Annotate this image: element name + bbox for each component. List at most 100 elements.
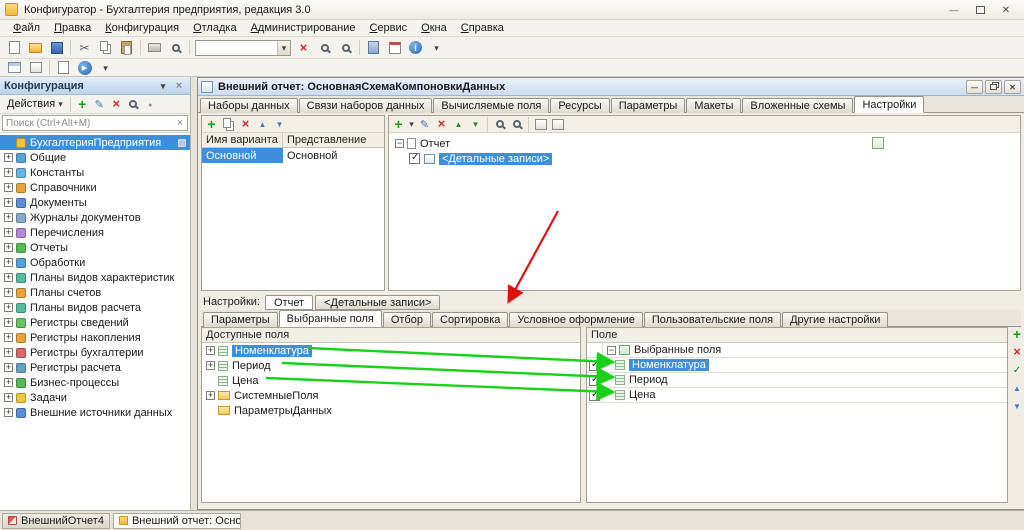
expander-icon[interactable] xyxy=(4,258,13,267)
find-next-in-structure-button[interactable] xyxy=(508,116,525,132)
delete-variant-button[interactable] xyxy=(237,116,254,132)
add-variant-button[interactable] xyxy=(203,116,220,132)
expander-icon[interactable] xyxy=(4,363,13,372)
pin-panel-button[interactable] xyxy=(142,96,159,112)
tree-item-documents[interactable]: Документы xyxy=(0,195,190,210)
selected-fields-group-row[interactable]: Выбранные поля xyxy=(587,343,1007,358)
calendar-button[interactable] xyxy=(385,39,404,57)
expander-icon[interactable] xyxy=(4,153,13,162)
tab-data-sets[interactable]: Наборы данных xyxy=(200,98,298,113)
tree-item-charts-of-calculation-types[interactable]: Планы видов расчета xyxy=(0,300,190,315)
menu-administration[interactable]: Администрирование xyxy=(244,21,363,35)
expander-icon[interactable] xyxy=(4,333,13,342)
find-button[interactable] xyxy=(315,39,334,57)
tab-custom-fields[interactable]: Пользовательские поля xyxy=(644,312,781,327)
menu-file[interactable]: Файл xyxy=(6,21,47,35)
find-next-button[interactable] xyxy=(336,39,355,57)
tree-item-charts-of-characteristic-types[interactable]: Планы видов характеристик xyxy=(0,270,190,285)
move-variant-down-button[interactable] xyxy=(271,116,288,132)
mdi-minimize-button[interactable] xyxy=(966,80,983,94)
available-field-data-parameters[interactable]: ПараметрыДанных xyxy=(202,403,580,418)
compare-configurations-button[interactable] xyxy=(26,59,45,77)
expander-icon[interactable] xyxy=(4,303,13,312)
tree-item-information-registers[interactable]: Регистры сведений xyxy=(0,315,190,330)
delete-element-button[interactable] xyxy=(433,116,450,132)
edit-element-button[interactable] xyxy=(416,116,433,132)
move-element-up-button[interactable] xyxy=(450,116,467,132)
move-field-down-button[interactable] xyxy=(1010,399,1024,413)
check-fields-button[interactable] xyxy=(1010,363,1024,377)
tree-item-reports[interactable]: Отчеты xyxy=(0,240,190,255)
search-input[interactable] xyxy=(196,42,277,53)
syntax-check-button[interactable] xyxy=(54,59,73,77)
tree-item-common[interactable]: Общие xyxy=(0,150,190,165)
menu-windows[interactable]: Окна xyxy=(414,21,454,35)
tree-item-data-processors[interactable]: Обработки xyxy=(0,255,190,270)
variant-name-cell[interactable]: Основной xyxy=(202,148,283,163)
tab-settings[interactable]: Настройки xyxy=(854,96,924,113)
selected-field-row-nomenclature[interactable]: Номенклатура xyxy=(587,358,1007,373)
tab-templates[interactable]: Макеты xyxy=(686,98,741,113)
add-element-button[interactable] xyxy=(390,116,407,132)
window-layout-button[interactable] xyxy=(5,59,24,77)
add-object-button[interactable] xyxy=(74,96,91,112)
tree-item-enumerations[interactable]: Перечисления xyxy=(0,225,190,240)
expander-icon[interactable] xyxy=(4,183,13,192)
expander-icon[interactable] xyxy=(4,288,13,297)
minimize-button[interactable] xyxy=(941,1,967,19)
cut-button[interactable] xyxy=(75,39,94,57)
tree-item-business-processes[interactable]: Бизнес-процессы xyxy=(0,375,190,390)
tab-data-set-links[interactable]: Связи наборов данных xyxy=(299,98,433,113)
new-document-button[interactable] xyxy=(5,39,24,57)
field-checkbox[interactable] xyxy=(589,375,600,386)
paste-button[interactable] xyxy=(117,39,136,57)
add-field-button[interactable] xyxy=(1010,327,1024,341)
tab-resources[interactable]: Ресурсы xyxy=(550,98,609,113)
expander-icon[interactable] xyxy=(4,348,13,357)
move-field-up-button[interactable] xyxy=(1010,381,1024,395)
available-field-price[interactable]: Цена xyxy=(202,373,580,388)
selected-field-row-period[interactable]: Период xyxy=(587,373,1007,388)
menu-help[interactable]: Справка xyxy=(454,21,511,35)
print-preview-button[interactable] xyxy=(166,39,185,57)
toolbar2-options-button[interactable] xyxy=(96,59,115,77)
maximize-button[interactable] xyxy=(967,1,993,19)
config-search-input[interactable] xyxy=(3,118,173,129)
field-checkbox[interactable] xyxy=(589,360,600,371)
menu-debug[interactable]: Отладка xyxy=(186,21,244,35)
mdi-restore-button[interactable] xyxy=(985,80,1002,94)
move-variant-up-button[interactable] xyxy=(254,116,271,132)
collapse-all-button[interactable] xyxy=(549,116,566,132)
expander-icon[interactable] xyxy=(4,228,13,237)
tree-item-catalogs[interactable]: Справочники xyxy=(0,180,190,195)
available-field-nomenclature[interactable]: Номенклатура xyxy=(202,343,580,358)
expander-icon[interactable] xyxy=(206,361,215,370)
remove-field-button[interactable] xyxy=(1010,345,1024,359)
expander-icon[interactable] xyxy=(4,243,13,252)
structure-root-row[interactable]: Отчет xyxy=(389,136,1020,151)
tree-item-tasks[interactable]: Задачи xyxy=(0,390,190,405)
toolbar-options-button[interactable] xyxy=(427,39,446,57)
tree-item-document-journals[interactable]: Журналы документов xyxy=(0,210,190,225)
clear-config-search-button[interactable] xyxy=(173,115,187,131)
tab-calculated-fields[interactable]: Вычисляемые поля xyxy=(433,98,549,113)
edit-object-button[interactable] xyxy=(91,96,108,112)
find-object-button[interactable] xyxy=(125,96,142,112)
open-button[interactable] xyxy=(26,39,45,57)
save-button[interactable] xyxy=(47,39,66,57)
expander-icon[interactable] xyxy=(4,198,13,207)
add-element-menu-button[interactable] xyxy=(407,116,416,132)
available-field-system-fields[interactable]: СистемныеПоля xyxy=(202,388,580,403)
panel-close-button[interactable] xyxy=(172,79,186,92)
tree-item-calculation-registers[interactable]: Регистры расчета xyxy=(0,360,190,375)
search-dropdown-button[interactable] xyxy=(277,41,290,55)
tab-parameters[interactable]: Параметры xyxy=(611,98,686,113)
tree-item-configuration-root[interactable]: БухгалтерияПредприятия xyxy=(0,135,190,150)
close-button[interactable] xyxy=(993,1,1019,19)
expander-icon[interactable] xyxy=(4,318,13,327)
print-button[interactable] xyxy=(145,39,164,57)
context-tab-detailed-records[interactable]: <Детальные записи> xyxy=(315,295,440,310)
expander-icon[interactable] xyxy=(4,273,13,282)
tab-nested-schemas[interactable]: Вложенные схемы xyxy=(742,98,853,113)
available-field-period[interactable]: Период xyxy=(202,358,580,373)
